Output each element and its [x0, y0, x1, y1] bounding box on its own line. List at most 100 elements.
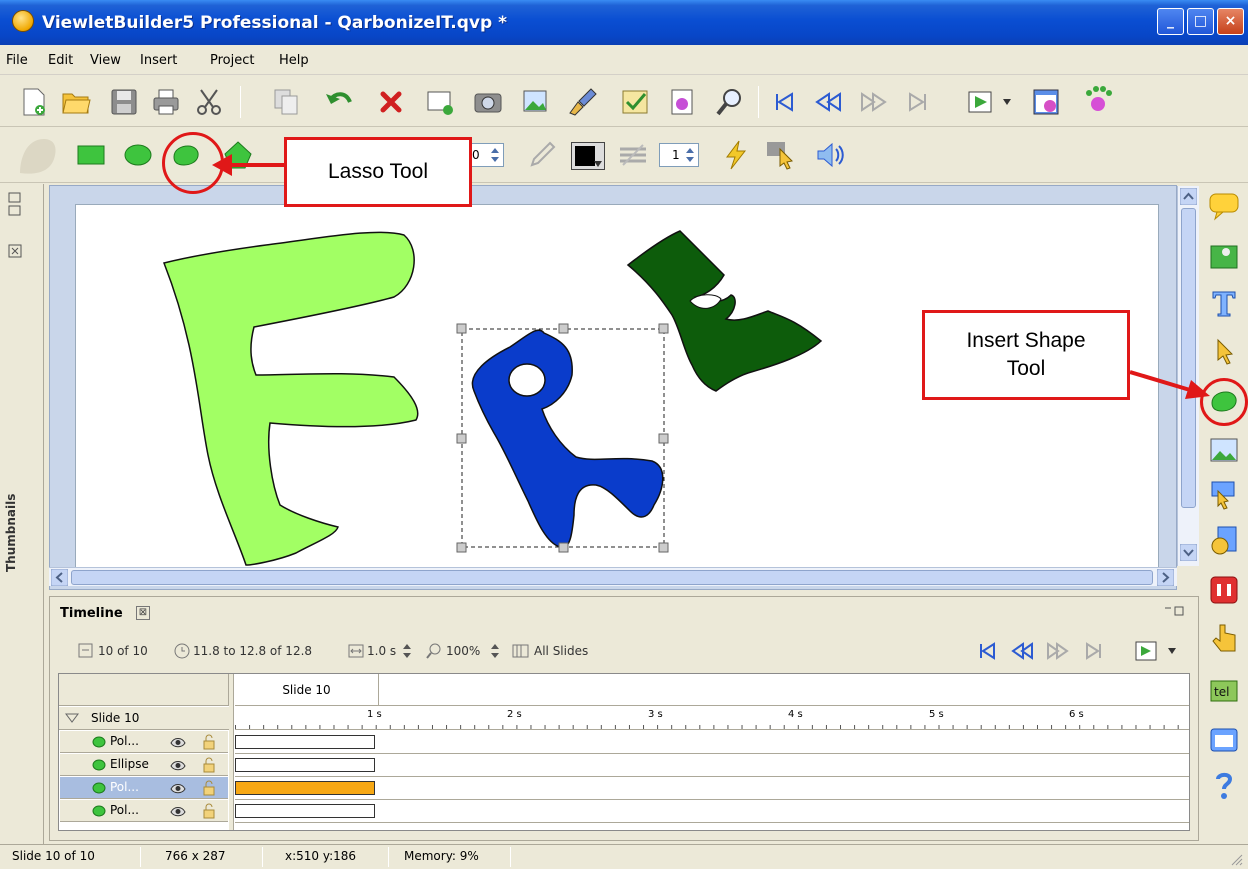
scroll-left-icon[interactable]: [51, 569, 68, 586]
rectangle-tool-icon[interactable]: [75, 139, 107, 171]
timeline-bar-polygon-selected[interactable]: [235, 781, 375, 795]
close-panel-icon[interactable]: [8, 244, 22, 258]
undo-icon[interactable]: [324, 86, 356, 118]
letter-e-shape[interactable]: [626, 230, 823, 392]
cursor-highlight-icon[interactable]: [764, 139, 796, 171]
insert-image-icon[interactable]: [1208, 240, 1240, 272]
help-icon[interactable]: [1208, 769, 1240, 801]
sound-speaker-icon[interactable]: [814, 139, 846, 171]
ellipse-tool-icon[interactable]: [122, 139, 154, 171]
line-color-pencil-icon[interactable]: [526, 139, 558, 171]
zoom-stepper-icon[interactable]: [490, 643, 500, 659]
vertical-scroll-thumb[interactable]: [1181, 208, 1196, 508]
new-slide-icon[interactable]: [424, 86, 456, 118]
collapse-arrow-icon[interactable]: [65, 713, 79, 723]
maximize-button[interactable]: □: [1187, 8, 1214, 35]
layer-row-polygon-2[interactable]: Pol...: [60, 800, 228, 822]
insert-click-zone-icon[interactable]: [1208, 621, 1240, 653]
duration-stepper-icon[interactable]: [402, 643, 412, 659]
timeline-next-icon[interactable]: [1046, 639, 1070, 663]
dropdown-arrow-icon[interactable]: [594, 161, 602, 167]
line-style-icon[interactable]: [617, 139, 649, 171]
canvas-horizontal-scrollbar[interactable]: [49, 567, 1177, 586]
cut-icon[interactable]: [193, 86, 225, 118]
first-slide-icon[interactable]: [768, 86, 800, 118]
time-ruler[interactable]: 1 s 2 s 3 s 4 s 5 s 6 s: [235, 707, 1189, 730]
timeline-zoom[interactable]: 100%: [446, 644, 480, 658]
line-width-stepper[interactable]: 1: [659, 143, 699, 167]
letter-r-shape[interactable]: [471, 329, 664, 549]
insert-callout-icon[interactable]: [1208, 190, 1240, 222]
insert-text-entry-icon[interactable]: tel: [1208, 675, 1240, 707]
open-folder-icon[interactable]: [60, 86, 92, 118]
menu-insert[interactable]: Insert: [140, 53, 177, 68]
timeline-close-button[interactable]: ⊠: [136, 606, 150, 620]
timeline-last-icon[interactable]: [1082, 639, 1106, 663]
fill-color-swatch[interactable]: [571, 142, 605, 170]
next-slide-icon[interactable]: [858, 86, 890, 118]
delete-icon[interactable]: [375, 86, 407, 118]
slide-properties-icon[interactable]: [666, 86, 698, 118]
timeline-duration[interactable]: 1.0 s: [367, 644, 396, 658]
insert-text-icon[interactable]: [1208, 288, 1240, 320]
lock-icon[interactable]: [202, 757, 216, 773]
menu-project[interactable]: Project: [210, 53, 254, 68]
stepper-arrows-icon[interactable]: [684, 146, 696, 164]
menu-edit[interactable]: Edit: [48, 53, 73, 68]
stepper-arrows-icon[interactable]: [489, 146, 501, 164]
timeline-bar-polygon-2[interactable]: [235, 804, 375, 818]
visibility-eye-icon[interactable]: [170, 804, 186, 818]
last-slide-icon[interactable]: [902, 86, 934, 118]
tree-root-row[interactable]: Slide 10: [59, 707, 229, 730]
lock-icon[interactable]: [202, 803, 216, 819]
letter-f-shape[interactable]: [162, 231, 419, 566]
thumbnails-tab[interactable]: Thumbnails: [4, 452, 34, 572]
timeline-splitter[interactable]: [229, 674, 234, 830]
layer-row-polygon-1[interactable]: Pol...: [60, 731, 228, 753]
restore-panel-icon[interactable]: [8, 192, 22, 218]
close-button[interactable]: ×: [1217, 8, 1244, 35]
action-lightning-icon[interactable]: [720, 139, 752, 171]
menu-help[interactable]: Help: [279, 53, 309, 68]
resize-grip-icon[interactable]: [1228, 851, 1244, 867]
insert-window-icon[interactable]: [1208, 724, 1240, 756]
scroll-up-icon[interactable]: [1180, 188, 1197, 205]
scroll-right-icon[interactable]: [1157, 569, 1174, 586]
print-icon[interactable]: [150, 86, 182, 118]
lock-icon[interactable]: [202, 780, 216, 796]
save-icon[interactable]: [108, 86, 140, 118]
publish-icon[interactable]: [1030, 86, 1062, 118]
dropdown-arrow-icon[interactable]: [1167, 647, 1177, 655]
timeline-previous-icon[interactable]: [1010, 639, 1034, 663]
preview-play-icon[interactable]: [965, 86, 997, 118]
slide-tab[interactable]: Slide 10: [235, 674, 379, 706]
layer-row-polygon-selected[interactable]: Pol...: [60, 777, 228, 799]
lock-icon[interactable]: [202, 734, 216, 750]
visibility-eye-icon[interactable]: [170, 735, 186, 749]
visibility-eye-icon[interactable]: [170, 781, 186, 795]
insert-media-icon[interactable]: [1208, 524, 1240, 556]
timeline-first-icon[interactable]: [975, 639, 999, 663]
menu-view[interactable]: View: [90, 53, 121, 68]
insert-pointer-icon[interactable]: [1208, 336, 1240, 368]
zoom-magnifier-icon[interactable]: [714, 86, 746, 118]
timeline-bar-ellipse[interactable]: [235, 758, 375, 772]
timeline-bar-polygon-1[interactable]: [235, 735, 375, 749]
previous-slide-icon[interactable]: [812, 86, 844, 118]
insert-quiz-icon[interactable]: [1208, 574, 1240, 606]
timeline-min-max-icon[interactable]: [1163, 605, 1185, 617]
paint-brush-icon[interactable]: [567, 86, 599, 118]
copy-icon[interactable]: [270, 86, 302, 118]
insert-button-icon[interactable]: [1208, 479, 1240, 511]
check-spelling-icon[interactable]: [619, 86, 651, 118]
visibility-eye-icon[interactable]: [170, 758, 186, 772]
capture-camera-icon[interactable]: [472, 86, 504, 118]
paw-print-icon[interactable]: [1082, 84, 1114, 116]
horizontal-scroll-thumb[interactable]: [71, 570, 1153, 585]
new-document-icon[interactable]: [18, 86, 50, 118]
dropdown-arrow-icon[interactable]: [1002, 98, 1012, 106]
insert-image-slide-icon[interactable]: [520, 86, 552, 118]
scroll-down-icon[interactable]: [1180, 544, 1197, 561]
font-size-stepper[interactable]: 0: [468, 143, 504, 167]
minimize-button[interactable]: _: [1157, 8, 1184, 35]
